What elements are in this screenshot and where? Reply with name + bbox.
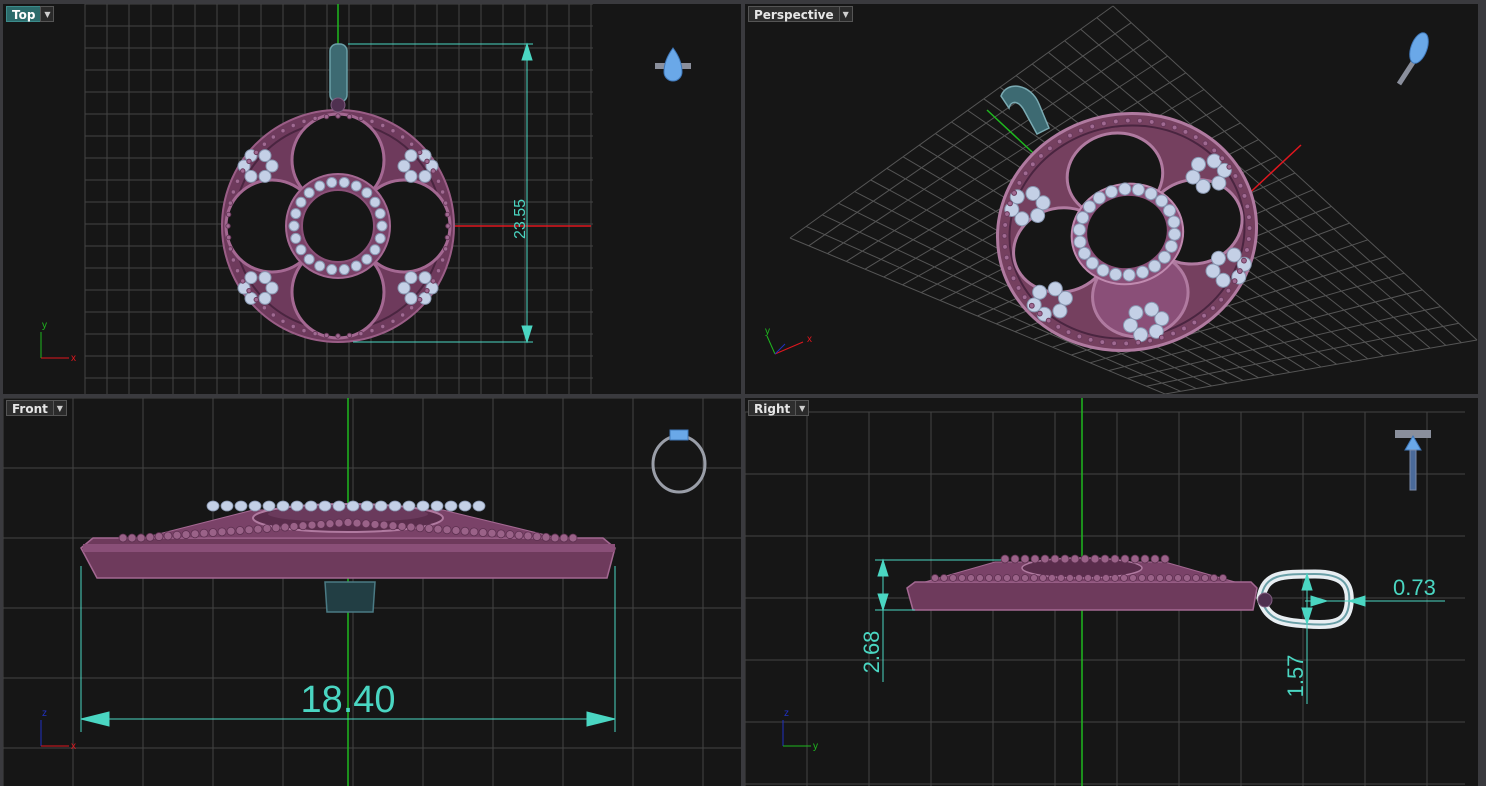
viewport-label: Front	[6, 400, 53, 416]
pendant-bail	[329, 43, 348, 113]
viewport-front[interactable]: 18.40 z x Front ▼	[3, 398, 741, 786]
pendant-top	[221, 43, 455, 343]
ring-preview-icon[interactable]	[1396, 30, 1432, 86]
front-view-canvas[interactable]: 18.40 z x	[3, 398, 741, 786]
axis-x-label: x	[71, 741, 76, 752]
chevron-down-icon[interactable]: ▼	[795, 400, 810, 416]
chevron-down-icon[interactable]: ▼	[40, 6, 55, 22]
axis-y-label: y	[813, 741, 818, 752]
dimension-label-thickness: 2.68	[859, 631, 884, 674]
viewport-label: Right	[748, 400, 796, 416]
pendant-right	[906, 554, 1354, 630]
axis-y-label: y	[765, 326, 770, 337]
chevron-down-icon[interactable]: ▼	[52, 400, 67, 416]
axis-indicator: y x	[40, 320, 76, 364]
tab-front-viewport[interactable]: Front ▼	[6, 400, 67, 416]
tab-right-viewport[interactable]: Right ▼	[748, 400, 810, 416]
pendant-perspective	[995, 111, 1259, 353]
ring-preview-icon[interactable]	[655, 47, 691, 82]
dimension-0-73: 0.73	[1305, 575, 1445, 607]
pendant-bail	[1000, 85, 1050, 135]
viewport-label: Perspective	[748, 6, 839, 22]
viewport-top[interactable]: 23.55 y x Top ▼	[3, 4, 741, 394]
viewport-label: Top	[6, 6, 41, 22]
right-view-canvas[interactable]: 2.68 0.73 1.57 z y	[745, 398, 1478, 786]
dimension-label-top: 23.55	[512, 199, 529, 239]
dimension-label-front: 18.40	[300, 679, 395, 721]
ring-preview-icon[interactable]	[1395, 430, 1431, 491]
axis-z-label: z	[42, 708, 47, 719]
chevron-down-icon[interactable]: ▼	[838, 6, 853, 22]
tab-perspective-viewport[interactable]: Perspective ▼	[748, 6, 853, 22]
axis-indicator: y x	[765, 326, 812, 355]
pendant-front	[80, 500, 616, 613]
dimension-label-bail-width: 0.73	[1393, 575, 1436, 600]
axis-indicator: z y	[782, 708, 818, 752]
viewport-right[interactable]: 2.68 0.73 1.57 z y Right ▼	[745, 398, 1478, 786]
axis-x-label: x	[807, 334, 812, 345]
axis-indicator: z x	[40, 708, 76, 752]
tab-top-viewport[interactable]: Top ▼	[6, 6, 55, 22]
dimension-1-57: 1.57	[1283, 572, 1313, 704]
axis-z-label: z	[784, 708, 789, 719]
perspective-view-canvas[interactable]: y x	[745, 4, 1478, 394]
ring-preview-icon[interactable]	[651, 429, 707, 494]
top-view-canvas[interactable]: 23.55 y x	[3, 4, 741, 394]
axis-x-label: x	[71, 353, 76, 364]
viewport-perspective[interactable]: y x Perspective ▼	[745, 4, 1478, 394]
axis-y-label: y	[42, 320, 47, 331]
dimension-label-bail-depth: 1.57	[1283, 655, 1308, 698]
